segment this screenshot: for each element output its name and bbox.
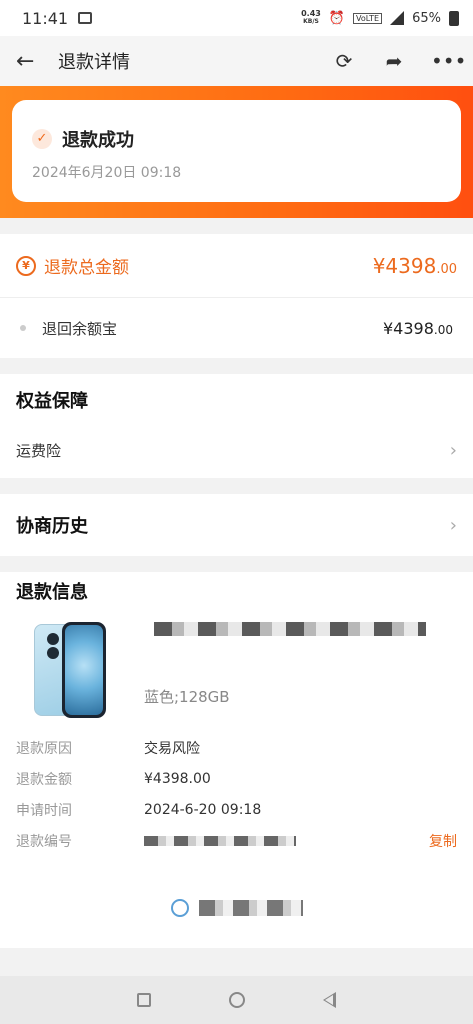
- chevron-right-icon: ›: [449, 439, 457, 461]
- refund-destination-label: 退回余额宝: [42, 319, 118, 338]
- shipping-insurance-label: 运费险: [16, 441, 62, 460]
- refund-status-card: ✓ 退款成功 2024年6月20日 09:18: [12, 100, 461, 202]
- copy-button[interactable]: 复制: [429, 831, 457, 851]
- refund-total-amount: ¥4398.00: [372, 253, 457, 278]
- chevron-right-icon: ›: [449, 514, 457, 536]
- refund-amount-row: 退款金额 ¥4398.00: [16, 770, 211, 788]
- negotiation-history-row[interactable]: 协商历史 ›: [0, 494, 473, 556]
- bullet-dot: [20, 325, 26, 331]
- seller-contact[interactable]: [0, 876, 473, 940]
- app-header: ← 退款详情 ⟳ ➦ •••: [0, 36, 473, 86]
- status-bar: 11:41 0.43 KB/S ⏰ VoLTE 65%: [0, 0, 473, 36]
- battery-text: 65%: [412, 10, 441, 26]
- refund-reason-row: 退款原因 交易风险: [16, 740, 200, 757]
- status-title: 退款成功: [62, 130, 134, 151]
- alarm-icon: ⏰: [328, 10, 346, 26]
- seller-name-redacted: [198, 900, 303, 916]
- refresh-icon[interactable]: ⟳: [331, 49, 357, 73]
- back-triangle-icon[interactable]: [323, 992, 336, 1008]
- page-title: 退款详情: [58, 52, 130, 73]
- product-spec: 蓝色;128GB: [144, 688, 230, 706]
- product-title-redacted: [154, 622, 426, 636]
- refund-info-title: 退款信息: [16, 582, 88, 603]
- arrow-left-icon[interactable]: ←: [16, 49, 44, 74]
- yen-icon: ¥: [16, 255, 36, 276]
- smile-icon: [170, 899, 189, 917]
- signal-icon: [390, 11, 405, 25]
- apply-time-row: 申请时间 2024-6-20 09:18: [16, 801, 262, 819]
- volte-badge: VoLTE: [353, 12, 383, 24]
- refund-total-section: ¥ 退款总金额 ¥4398.00 退回余额宝 ¥4398.00: [0, 234, 473, 358]
- status-time: 11:41: [22, 8, 69, 28]
- refund-number-row: 退款编号 复制: [0, 825, 473, 856]
- product-card[interactable]: 蓝色;128GB: [0, 612, 473, 732]
- net-speed: 0.43 KB/S: [301, 9, 321, 26]
- check-icon: ✓: [32, 129, 52, 149]
- rights-title: 权益保障: [16, 391, 88, 412]
- recent-apps-icon[interactable]: [137, 993, 151, 1007]
- battery-icon: [449, 10, 459, 26]
- history-title: 协商历史: [16, 516, 88, 537]
- share-icon[interactable]: ➦: [381, 49, 407, 73]
- refund-info-section: 退款信息 蓝色;128GB 退款原因 交易风险 退款金额 ¥4398.00 申请…: [0, 572, 473, 948]
- refund-destination-amount: ¥4398.00: [383, 318, 453, 338]
- rights-section: 权益保障 运费险 ›: [0, 374, 473, 478]
- more-icon[interactable]: •••: [431, 49, 466, 73]
- image-notification-icon: [78, 12, 93, 24]
- refund-total-label: 退款总金额: [44, 258, 129, 278]
- home-icon[interactable]: [229, 992, 245, 1008]
- shipping-insurance-row[interactable]: 运费险 ›: [0, 422, 473, 478]
- status-datetime: 2024年6月20日 09:18: [32, 165, 182, 181]
- system-nav-bar: [0, 976, 473, 1024]
- refund-number-redacted: [144, 835, 296, 846]
- product-image: [26, 622, 116, 722]
